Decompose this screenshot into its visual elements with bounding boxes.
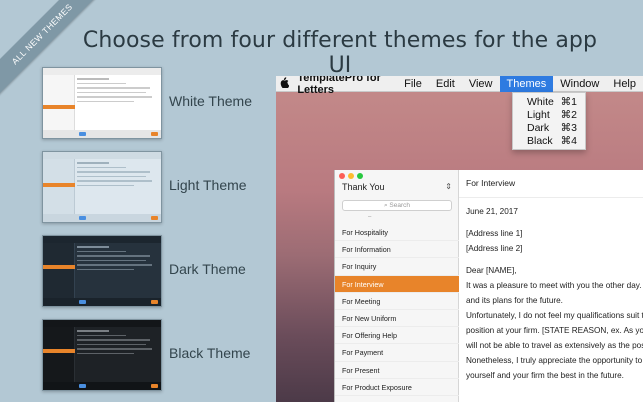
search-icon: ⌕ — [383, 202, 388, 209]
template-list: For Hospitality For Information For Inqu… — [335, 224, 459, 396]
list-item[interactable]: For Inquiry — [335, 258, 459, 276]
list-item[interactable]: For Present — [335, 362, 459, 379]
theme-row-light: Light Theme — [42, 151, 282, 225]
light-theme-thumbnail — [42, 151, 162, 223]
doc-line: Nonetheless, I truly appreciate the oppo… — [466, 356, 643, 365]
dark-theme-label: Dark Theme — [169, 261, 246, 277]
list-item[interactable]: For Hospitality — [335, 224, 459, 242]
dark-theme-thumbnail — [42, 235, 162, 307]
doc-line: will not be able to travel as extensivel… — [466, 341, 643, 350]
document-body[interactable]: June 21, 2017 [Address line 1] [Address … — [459, 198, 643, 383]
document-title: For Interview — [459, 170, 643, 198]
theme-row-dark: Dark Theme — [42, 235, 282, 309]
white-theme-label: White Theme — [169, 93, 252, 109]
menu-file[interactable]: File — [397, 76, 429, 92]
app-window: Thank You ⇕ ⌕ Search – For Hospitality F… — [334, 170, 643, 402]
doc-line: It was a pleasure to meet with you the o… — [466, 281, 643, 290]
menu-bar: TemplatePro for Letters File Edit View T… — [276, 76, 643, 96]
white-theme-thumbnail — [42, 67, 162, 139]
up-down-chevron-icon[interactable]: ⇕ — [445, 182, 452, 191]
menu-help[interactable]: Help — [606, 76, 643, 92]
theme-menu-item-white[interactable]: White ⌘1 — [513, 95, 585, 108]
list-item[interactable]: For Product Exposure — [335, 379, 459, 396]
window-controls — [339, 173, 363, 179]
doc-line: Unfortunately, I do not feel my qualific… — [466, 311, 643, 320]
themes-dropdown-menu: White ⌘1 Light ⌘2 Dark ⌘3 Black ⌘4 — [512, 92, 586, 150]
list-item[interactable]: For Meeting — [335, 293, 459, 310]
close-window-icon[interactable] — [339, 173, 345, 179]
theme-menu-item-black[interactable]: Black ⌘4 — [513, 134, 585, 147]
doc-line: position at your firm. [STATE REASON, ex… — [466, 326, 643, 335]
search-input[interactable]: ⌕ Search — [342, 200, 452, 211]
menu-edit[interactable]: Edit — [429, 76, 462, 92]
menu-window[interactable]: Window — [553, 76, 606, 92]
theme-menu-item-dark[interactable]: Dark ⌘3 — [513, 121, 585, 134]
apple-menu-icon[interactable] — [276, 76, 291, 91]
sidebar: Thank You ⇕ ⌕ Search – For Hospitality F… — [335, 170, 459, 402]
theme-row-white: White Theme — [42, 67, 282, 141]
menu-view[interactable]: View — [462, 76, 500, 92]
minimize-window-icon[interactable] — [348, 173, 354, 179]
light-theme-label: Light Theme — [169, 177, 247, 193]
document-pane: For Interview June 21, 2017 [Address lin… — [459, 170, 643, 402]
doc-line: June 21, 2017 — [466, 207, 518, 216]
doc-line: and its plans for the future. — [466, 296, 563, 305]
doc-line: Dear [NAME], — [466, 266, 517, 275]
theme-row-black: Black Theme — [42, 319, 282, 393]
theme-menu-item-light[interactable]: Light ⌘2 — [513, 108, 585, 121]
black-theme-thumbnail — [42, 319, 162, 391]
list-item-selected[interactable]: For Interview — [335, 275, 459, 293]
category-selector[interactable]: Thank You — [342, 182, 385, 192]
list-item[interactable]: For Offering Help — [335, 327, 459, 345]
black-theme-label: Black Theme — [169, 345, 251, 361]
list-item[interactable]: For Payment — [335, 344, 459, 362]
doc-line: yourself and your firm the best in the f… — [466, 371, 624, 380]
list-item[interactable]: For Information — [335, 241, 459, 259]
list-item[interactable]: For New Uniform — [335, 310, 459, 328]
zoom-window-icon[interactable] — [357, 173, 363, 179]
app-name-menu[interactable]: TemplatePro for Letters — [297, 76, 383, 96]
menu-themes[interactable]: Themes — [499, 76, 554, 92]
doc-line: [Address line 2] — [466, 244, 523, 253]
doc-line: [Address line 1] — [466, 229, 523, 238]
app-screenshot: TemplatePro for Letters File Edit View T… — [276, 76, 643, 402]
